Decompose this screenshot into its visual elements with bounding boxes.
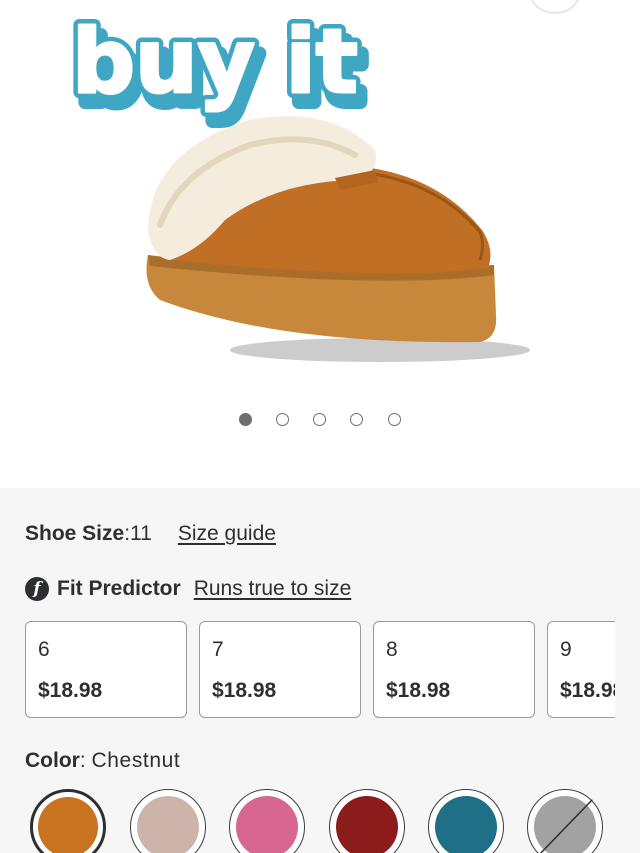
color-swatch-grey[interactable] xyxy=(527,789,603,853)
carousel-dot[interactable] xyxy=(350,413,363,426)
size-option-number: 9 xyxy=(560,638,572,661)
size-option-price: $18.98 xyxy=(38,679,103,702)
size-option-price: $18.98 xyxy=(212,679,277,702)
fit-predictor-row: f Fit Predictor Runs true to size xyxy=(25,575,351,603)
fit-predictor-result-link[interactable]: Runs true to size xyxy=(194,577,352,601)
shoe-size-label: Shoe Size xyxy=(25,522,125,545)
svg-text:buy it: buy it xyxy=(72,10,358,113)
swatch-fill xyxy=(137,796,199,853)
color-value: Chestnut xyxy=(91,749,181,772)
swatch-fill xyxy=(38,797,98,853)
size-option-card[interactable]: 9 $18.98 xyxy=(547,621,615,718)
size-options-carousel[interactable]: 6 $18.98 7 $18.98 8 $18.98 9 $18.98 xyxy=(25,621,615,720)
carousel-dots xyxy=(0,413,640,427)
size-option-card[interactable]: 6 $18.98 xyxy=(25,621,187,718)
size-option-number: 8 xyxy=(386,638,398,661)
size-option-price: $18.98 xyxy=(560,679,615,702)
carousel-dot[interactable] xyxy=(388,413,401,426)
size-option-card[interactable]: 7 $18.98 xyxy=(199,621,361,718)
unavailable-slash-icon xyxy=(539,799,593,853)
close-button[interactable] xyxy=(530,0,580,14)
size-option-card[interactable]: 8 $18.98 xyxy=(373,621,535,718)
size-option-price: $18.98 xyxy=(386,679,451,702)
size-option-number: 7 xyxy=(212,638,224,661)
carousel-dot[interactable] xyxy=(239,413,252,426)
size-option-number: 6 xyxy=(38,638,50,661)
fit-predictor-label: Fit Predictor xyxy=(57,577,181,600)
size-guide-link[interactable]: Size guide xyxy=(178,522,276,546)
swatch-fill xyxy=(236,796,298,853)
swatch-fill xyxy=(336,796,398,853)
shoe-size-value: 11 xyxy=(130,522,152,545)
fit-predictor-icon: f xyxy=(25,577,49,601)
swatch-fill xyxy=(435,796,497,853)
color-separator: : xyxy=(79,749,92,772)
color-row: Color: Chestnut xyxy=(25,749,180,777)
carousel-dot[interactable] xyxy=(276,413,289,426)
carousel-dot[interactable] xyxy=(313,413,326,426)
color-label: Color xyxy=(25,749,80,772)
product-image-carousel[interactable]: buy it buy it buy it xyxy=(0,0,640,488)
shoe-size-row: Shoe Size: 11 Size guide xyxy=(25,522,276,550)
slipper-product-image xyxy=(146,116,530,362)
